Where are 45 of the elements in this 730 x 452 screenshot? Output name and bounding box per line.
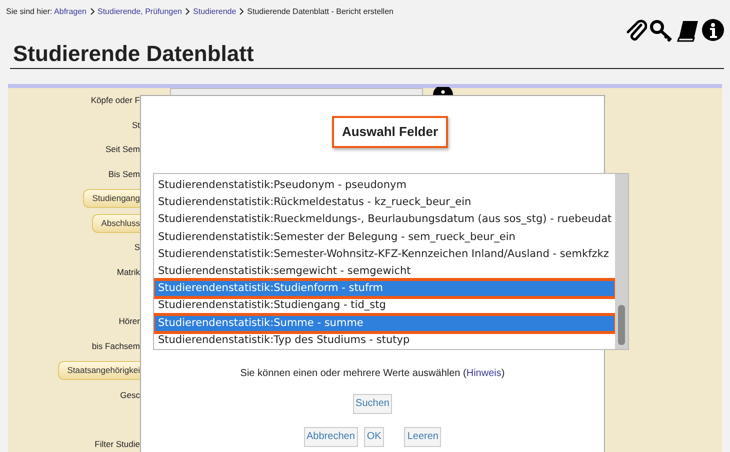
field-label: Hörer <box>118 315 140 328</box>
dialog-button[interactable]: OK <box>364 427 384 447</box>
page-title: Studierende Datenblatt <box>10 41 724 69</box>
list-option[interactable]: Studierendenstatistik:Typ des Studiums - stutyp <box>154 332 615 349</box>
field-label: Filter Studie <box>94 438 140 451</box>
breadcrumb-link[interactable]: Studierende, Prüfungen <box>98 7 182 16</box>
field-label: St <box>132 118 140 132</box>
breadcrumb-current: Studierende Datenblatt - Bericht erstellen <box>247 7 394 16</box>
field-label: bis Fachsem <box>92 340 140 353</box>
list-option[interactable]: Studierendenstatistik:Semester der Belegung - sem_rueck_beur_ein <box>154 228 615 246</box>
chevron-icon <box>185 8 190 16</box>
hint-link[interactable]: Hinweis <box>466 368 502 379</box>
scrollbar-thumb[interactable] <box>618 305 625 345</box>
list-option[interactable]: Studierendenstatistik:Studiengang - tid_stg <box>154 297 615 314</box>
scrollbar[interactable] <box>615 174 628 349</box>
paperclip-icon[interactable] <box>625 19 647 43</box>
field-label: Köpfe oder F <box>90 94 140 107</box>
field-label: Bis Sem <box>108 168 140 180</box>
chevron-icon <box>90 8 94 16</box>
list-option[interactable]: Studierendenstatistik:Rueckmeldungs-, Beurlaubungsdatum (aus sos_stg) - ruebeudat <box>154 211 615 229</box>
filter-button[interactable]: Studiengang <box>83 189 140 208</box>
chevron-icon <box>239 8 244 16</box>
dialog-button[interactable]: Abbrechen <box>304 427 358 447</box>
filter-button[interactable]: Abschluss <box>92 214 140 233</box>
field-label: Matrik <box>116 266 140 279</box>
info-icon[interactable] <box>433 87 453 95</box>
breadcrumb-link[interactable]: Studierende <box>193 7 236 16</box>
list-option[interactable]: Studierendenstatistik:Studienform - stufrm <box>154 280 615 298</box>
info-icon[interactable] <box>702 19 724 41</box>
list-option[interactable]: Studierendenstatistik:Semester-Wohnsitz-KFZ-Kennzeichen Inland/Ausland - semkfzkz <box>154 246 615 263</box>
breadcrumb-link[interactable]: Abfragen <box>54 7 86 16</box>
field-label: Gesc <box>120 389 140 402</box>
dialog-button[interactable]: Leeren <box>404 427 442 447</box>
field-label: Seit Sem <box>106 143 140 156</box>
breadcrumb-label: Sie sind hier: <box>6 7 54 16</box>
dialog-title: Auswahl Felder <box>332 116 448 148</box>
hint-text: Sie können einen oder mehrere Werte auswählen (Hinweis) <box>240 367 505 381</box>
filter-button[interactable]: Staatsangehörigkei <box>58 361 140 380</box>
options-listbox[interactable] <box>153 173 629 350</box>
search-button[interactable]: Suchen <box>352 394 392 414</box>
list-option[interactable]: Studierendenstatistik:Rückmeldestatus - kz_rueck_beur_ein <box>154 194 615 212</box>
field-label: S <box>134 241 140 254</box>
list-option[interactable]: Studierendenstatistik:Pseudonym - pseudonym <box>154 177 615 194</box>
list-option[interactable]: Studierendenstatistik:semgewicht - semgewicht <box>154 262 615 280</box>
list-option[interactable]: Studierendenstatistik:Summe - summe <box>154 314 615 332</box>
